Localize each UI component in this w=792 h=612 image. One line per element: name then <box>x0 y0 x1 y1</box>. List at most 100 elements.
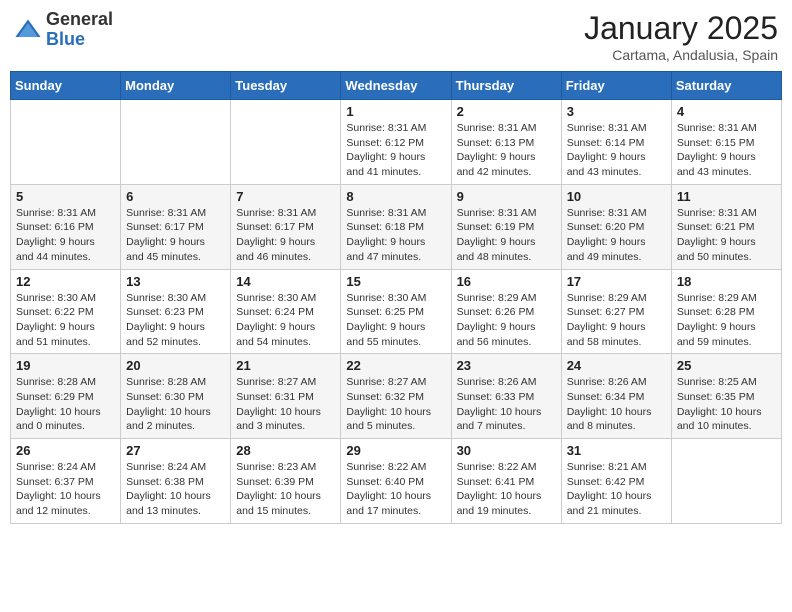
weekday-header: Sunday <box>11 72 121 100</box>
calendar-week-row: 5Sunrise: 8:31 AM Sunset: 6:16 PM Daylig… <box>11 184 782 269</box>
day-number: 13 <box>126 274 225 289</box>
day-info: Sunrise: 8:31 AM Sunset: 6:20 PM Dayligh… <box>567 206 666 265</box>
day-number: 31 <box>567 443 666 458</box>
calendar-cell: 2 Sunrise: 8:31 AM Sunset: 6:13 PM Daylig… <box>451 100 561 185</box>
day-number: 2 <box>457 104 556 119</box>
day-info: Sunrise: 8:29 AM Sunset: 6:28 PM Dayligh… <box>677 291 776 350</box>
day-number: 11 <box>677 189 776 204</box>
day-number: 29 <box>346 443 445 458</box>
calendar-week-row: 12 Sunrise: 8:30 AM Sunset: 6:22 PM Dayli… <box>11 269 782 354</box>
calendar-cell: 1Sunrise: 8:31 AM Sunset: 6:12 PM Daylig… <box>341 100 451 185</box>
logo-text: General Blue <box>46 10 113 50</box>
day-info: Sunrise: 8:30 AM Sunset: 6:22 PM Dayligh… <box>16 291 115 350</box>
day-number: 6 <box>126 189 225 204</box>
calendar-cell: 30 Sunrise: 8:22 AM Sunset: 6:41 PM Dayli… <box>451 439 561 524</box>
calendar-cell: 5Sunrise: 8:31 AM Sunset: 6:16 PM Daylig… <box>11 184 121 269</box>
day-info: Sunrise: 8:31 AM Sunset: 6:17 PM Dayligh… <box>126 206 225 265</box>
day-number: 17 <box>567 274 666 289</box>
calendar-cell: 23Sunrise: 8:26 AM Sunset: 6:33 PM Dayli… <box>451 354 561 439</box>
calendar-week-row: 19 Sunrise: 8:28 AM Sunset: 6:29 PM Dayli… <box>11 354 782 439</box>
day-number: 22 <box>346 358 445 373</box>
calendar-cell: 31 Sunrise: 8:21 AM Sunset: 6:42 PM Dayli… <box>561 439 671 524</box>
calendar-cell: 13 Sunrise: 8:30 AM Sunset: 6:23 PM Dayli… <box>121 269 231 354</box>
calendar-cell: 18 Sunrise: 8:29 AM Sunset: 6:28 PM Dayli… <box>671 269 781 354</box>
calendar-cell: 21Sunrise: 8:27 AM Sunset: 6:31 PM Dayli… <box>231 354 341 439</box>
weekday-header: Saturday <box>671 72 781 100</box>
day-info: Sunrise: 8:29 AM Sunset: 6:26 PM Dayligh… <box>457 291 556 350</box>
day-info: Sunrise: 8:26 AM Sunset: 6:33 PM Dayligh… <box>457 375 556 434</box>
weekday-header-row: SundayMondayTuesdayWednesdayThursdayFrid… <box>11 72 782 100</box>
logo-general: General <box>46 10 113 30</box>
day-info: Sunrise: 8:30 AM Sunset: 6:23 PM Dayligh… <box>126 291 225 350</box>
calendar-cell: 26Sunrise: 8:24 AM Sunset: 6:37 PM Dayli… <box>11 439 121 524</box>
day-number: 20 <box>126 358 225 373</box>
day-info: Sunrise: 8:31 AM Sunset: 6:19 PM Dayligh… <box>457 206 556 265</box>
calendar-week-row: 26Sunrise: 8:24 AM Sunset: 6:37 PM Dayli… <box>11 439 782 524</box>
calendar-cell: 17 Sunrise: 8:29 AM Sunset: 6:27 PM Dayli… <box>561 269 671 354</box>
day-number: 15 <box>346 274 445 289</box>
day-number: 12 <box>16 274 115 289</box>
page-header: General Blue January 2025 Cartama, Andal… <box>10 10 782 63</box>
calendar-cell: 12 Sunrise: 8:30 AM Sunset: 6:22 PM Dayli… <box>11 269 121 354</box>
day-number: 9 <box>457 189 556 204</box>
calendar-cell <box>231 100 341 185</box>
day-number: 16 <box>457 274 556 289</box>
calendar-cell: 22 Sunrise: 8:27 AM Sunset: 6:32 PM Dayli… <box>341 354 451 439</box>
day-info: Sunrise: 8:31 AM Sunset: 6:13 PM Dayligh… <box>457 121 556 180</box>
day-number: 14 <box>236 274 335 289</box>
day-info: Sunrise: 8:31 AM Sunset: 6:18 PM Dayligh… <box>346 206 445 265</box>
day-info: Sunrise: 8:25 AM Sunset: 6:35 PM Dayligh… <box>677 375 776 434</box>
day-info: Sunrise: 8:31 AM Sunset: 6:12 PM Dayligh… <box>346 121 445 180</box>
day-number: 24 <box>567 358 666 373</box>
calendar-cell <box>11 100 121 185</box>
day-info: Sunrise: 8:31 AM Sunset: 6:14 PM Dayligh… <box>567 121 666 180</box>
calendar-cell: 27 Sunrise: 8:24 AM Sunset: 6:38 PM Dayli… <box>121 439 231 524</box>
day-info: Sunrise: 8:30 AM Sunset: 6:24 PM Dayligh… <box>236 291 335 350</box>
day-info: Sunrise: 8:21 AM Sunset: 6:42 PM Dayligh… <box>567 460 666 519</box>
calendar-cell: 29 Sunrise: 8:22 AM Sunset: 6:40 PM Dayli… <box>341 439 451 524</box>
calendar-cell: 20 Sunrise: 8:28 AM Sunset: 6:30 PM Dayli… <box>121 354 231 439</box>
day-number: 30 <box>457 443 556 458</box>
calendar-cell: 24 Sunrise: 8:26 AM Sunset: 6:34 PM Dayli… <box>561 354 671 439</box>
calendar-cell: 9 Sunrise: 8:31 AM Sunset: 6:19 PM Daylig… <box>451 184 561 269</box>
calendar-cell: 11 Sunrise: 8:31 AM Sunset: 6:21 PM Dayli… <box>671 184 781 269</box>
day-number: 28 <box>236 443 335 458</box>
day-number: 3 <box>567 104 666 119</box>
day-info: Sunrise: 8:27 AM Sunset: 6:32 PM Dayligh… <box>346 375 445 434</box>
weekday-header: Tuesday <box>231 72 341 100</box>
day-info: Sunrise: 8:31 AM Sunset: 6:15 PM Dayligh… <box>677 121 776 180</box>
calendar-cell: 25 Sunrise: 8:25 AM Sunset: 6:35 PM Dayli… <box>671 354 781 439</box>
day-number: 21 <box>236 358 335 373</box>
calendar-cell: 28 Sunrise: 8:23 AM Sunset: 6:39 PM Dayli… <box>231 439 341 524</box>
weekday-header: Thursday <box>451 72 561 100</box>
calendar-cell: 10 Sunrise: 8:31 AM Sunset: 6:20 PM Dayli… <box>561 184 671 269</box>
day-number: 19 <box>16 358 115 373</box>
calendar-cell: 16 Sunrise: 8:29 AM Sunset: 6:26 PM Dayli… <box>451 269 561 354</box>
day-info: Sunrise: 8:22 AM Sunset: 6:41 PM Dayligh… <box>457 460 556 519</box>
month-title: January 2025 <box>584 10 778 47</box>
day-info: Sunrise: 8:24 AM Sunset: 6:38 PM Dayligh… <box>126 460 225 519</box>
calendar-cell: 4 Sunrise: 8:31 AM Sunset: 6:15 PM Daylig… <box>671 100 781 185</box>
day-info: Sunrise: 8:26 AM Sunset: 6:34 PM Dayligh… <box>567 375 666 434</box>
day-number: 4 <box>677 104 776 119</box>
day-info: Sunrise: 8:29 AM Sunset: 6:27 PM Dayligh… <box>567 291 666 350</box>
calendar-cell: 3 Sunrise: 8:31 AM Sunset: 6:14 PM Daylig… <box>561 100 671 185</box>
calendar-cell: 19 Sunrise: 8:28 AM Sunset: 6:29 PM Dayli… <box>11 354 121 439</box>
weekday-header: Friday <box>561 72 671 100</box>
day-number: 25 <box>677 358 776 373</box>
day-info: Sunrise: 8:31 AM Sunset: 6:21 PM Dayligh… <box>677 206 776 265</box>
day-number: 10 <box>567 189 666 204</box>
day-info: Sunrise: 8:24 AM Sunset: 6:37 PM Dayligh… <box>16 460 115 519</box>
day-number: 18 <box>677 274 776 289</box>
day-info: Sunrise: 8:28 AM Sunset: 6:29 PM Dayligh… <box>16 375 115 434</box>
day-info: Sunrise: 8:23 AM Sunset: 6:39 PM Dayligh… <box>236 460 335 519</box>
weekday-header: Monday <box>121 72 231 100</box>
title-block: January 2025 Cartama, Andalusia, Spain <box>584 10 778 63</box>
day-number: 27 <box>126 443 225 458</box>
calendar-cell <box>121 100 231 185</box>
calendar-week-row: 1Sunrise: 8:31 AM Sunset: 6:12 PM Daylig… <box>11 100 782 185</box>
day-info: Sunrise: 8:28 AM Sunset: 6:30 PM Dayligh… <box>126 375 225 434</box>
calendar-cell: 6 Sunrise: 8:31 AM Sunset: 6:17 PM Daylig… <box>121 184 231 269</box>
calendar-table: SundayMondayTuesdayWednesdayThursdayFrid… <box>10 71 782 524</box>
day-info: Sunrise: 8:22 AM Sunset: 6:40 PM Dayligh… <box>346 460 445 519</box>
